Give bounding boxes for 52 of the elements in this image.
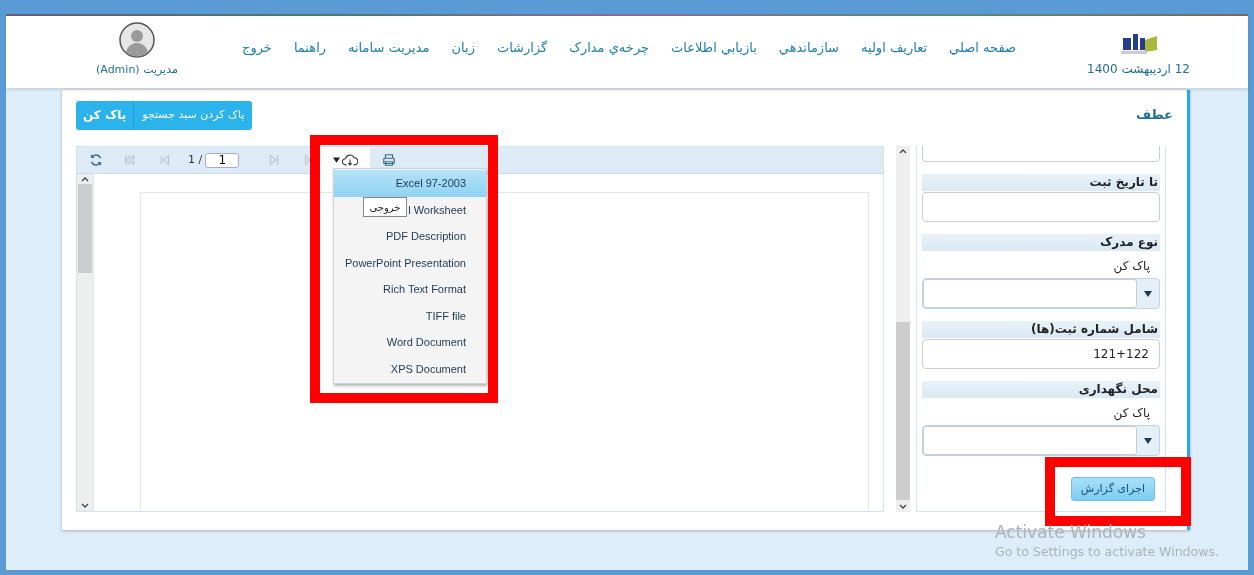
dropdown-arrow-icon <box>1144 290 1152 297</box>
user-name: مديريت (Admin) <box>96 61 178 78</box>
date-text: 12 اردیبهشت 1400 <box>1087 61 1190 78</box>
select-field[interactable] <box>922 425 1160 456</box>
menu-item[interactable]: PowerPoint Presentation <box>344 254 466 271</box>
nav-link[interactable]: بازيابي اطلاعات <box>671 38 757 58</box>
nav-link[interactable]: تعاريف اوليه <box>861 38 928 58</box>
nav-link[interactable]: زبان <box>451 38 475 58</box>
menu-item[interactable]: Excel 97-2003 <box>395 175 466 192</box>
text-field[interactable] <box>922 192 1160 222</box>
tooltip: خروجی <box>363 197 407 217</box>
nav-link[interactable]: چرخه‌ي مدارک <box>569 38 650 58</box>
clear-link[interactable]: پاک کن <box>1113 257 1150 275</box>
dropdown-arrow-icon <box>1144 437 1152 444</box>
nav-link[interactable]: خروج <box>242 38 272 58</box>
field-label: نوع مدرک <box>922 234 1160 251</box>
scrollbar[interactable] <box>77 174 93 511</box>
activation-notice-text: Go to Settings to activate Windows. <box>995 543 1219 561</box>
print-icon[interactable] <box>382 153 397 167</box>
text-field[interactable]: 121+122 <box>922 339 1160 369</box>
clear-link[interactable]: پاک کن <box>1113 404 1150 422</box>
refresh-icon[interactable] <box>89 153 103 167</box>
scroll-thumb[interactable] <box>78 184 92 273</box>
scroll-down-icon[interactable] <box>81 503 89 509</box>
dropdown-caret-icon <box>332 157 340 163</box>
menu-item[interactable]: XPS Document <box>390 360 466 377</box>
menu-item[interactable]: PDF Description <box>385 228 466 245</box>
scroll-up-icon[interactable] <box>899 148 907 154</box>
page-number-input[interactable]: 1 <box>205 152 240 168</box>
nav-link[interactable]: راهنما <box>293 38 327 58</box>
field-label: شامل شماره ثبت(ها) <box>922 321 1160 338</box>
scroll-thumb[interactable] <box>896 322 910 500</box>
run-report-button[interactable]: اجرای گزارش <box>1070 477 1155 501</box>
scroll-down-icon[interactable] <box>899 504 907 510</box>
field-label: محل نگهداری <box>922 381 1160 398</box>
nav-link[interactable]: مديريت سامانه <box>348 38 430 58</box>
page-title: عطف <box>1135 106 1173 125</box>
scrollbar[interactable] <box>896 146 910 512</box>
menu-item[interactable]: TIFF file <box>425 307 466 324</box>
select-field[interactable] <box>922 278 1160 309</box>
activation-notice-title: Activate Windows <box>995 521 1147 543</box>
scroll-up-icon[interactable] <box>81 176 89 182</box>
nav-link[interactable]: سازماندهي <box>778 38 839 58</box>
field-label: تا تاریخ ثبت <box>922 174 1160 191</box>
avatar-icon <box>118 21 155 58</box>
menu-item[interactable]: l Worksheet <box>408 201 466 218</box>
cloud-download-icon <box>341 154 358 166</box>
nav-link[interactable]: گزارشات <box>496 38 548 58</box>
menu-item[interactable]: Rich Text Format <box>383 281 466 298</box>
nav-link[interactable]: صفحه اصلي <box>949 38 1016 58</box>
menu-item[interactable]: Word Document <box>386 334 466 351</box>
page-count-label: 1 / <box>188 151 203 168</box>
